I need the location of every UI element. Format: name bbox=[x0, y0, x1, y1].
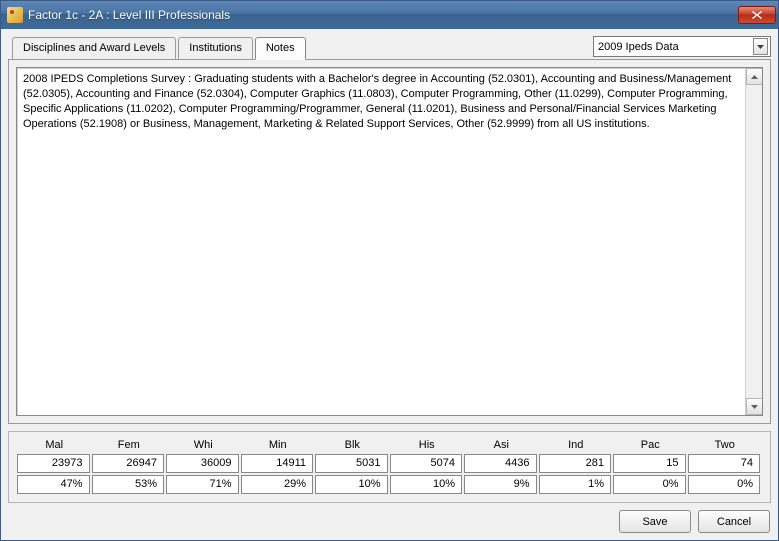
pct-cell: 10% bbox=[390, 475, 463, 494]
chevron-down-icon bbox=[751, 405, 758, 409]
chevron-down-icon bbox=[757, 45, 764, 49]
pct-cell: 53% bbox=[92, 475, 165, 494]
pct-cell: 0% bbox=[613, 475, 686, 494]
col-header: Mal bbox=[17, 437, 92, 454]
window-title: Factor 1c - 2A : Level III Professionals bbox=[28, 8, 738, 22]
col-header: Min bbox=[241, 437, 316, 454]
count-cell: 26947 bbox=[92, 454, 165, 473]
pct-cell: 47% bbox=[17, 475, 90, 494]
summary-panel: Mal Fem Whi Min Blk His Asi Ind Pac Two … bbox=[8, 431, 771, 503]
tab-institutions[interactable]: Institutions bbox=[178, 37, 253, 60]
col-header: Blk bbox=[315, 437, 390, 454]
col-header: Ind bbox=[539, 437, 614, 454]
count-cell: 15 bbox=[613, 454, 686, 473]
dropdown-selected-text: 2009 Ipeds Data bbox=[598, 41, 753, 53]
titlebar: Factor 1c - 2A : Level III Professionals bbox=[1, 1, 778, 29]
pct-cell: 71% bbox=[166, 475, 239, 494]
tab-strip: Disciplines and Award Levels Institution… bbox=[12, 36, 306, 59]
count-cell: 14911 bbox=[241, 454, 314, 473]
count-cell: 23973 bbox=[17, 454, 90, 473]
col-header: Whi bbox=[166, 437, 241, 454]
pct-cell: 9% bbox=[464, 475, 537, 494]
summary-grid: Mal Fem Whi Min Blk His Asi Ind Pac Two … bbox=[17, 437, 762, 496]
app-icon bbox=[7, 7, 23, 23]
count-cell: 5074 bbox=[390, 454, 463, 473]
count-cell: 281 bbox=[539, 454, 612, 473]
chevron-up-icon bbox=[751, 75, 758, 79]
col-header: Asi bbox=[464, 437, 539, 454]
tab-content: 2008 IPEDS Completions Survey : Graduati… bbox=[8, 59, 771, 424]
close-icon bbox=[752, 11, 762, 19]
count-cell: 4436 bbox=[464, 454, 537, 473]
dropdown-arrow-button[interactable] bbox=[753, 38, 768, 55]
col-header: Two bbox=[688, 437, 763, 454]
notes-textarea[interactable]: 2008 IPEDS Completions Survey : Graduati… bbox=[16, 67, 763, 416]
button-row: Save Cancel bbox=[8, 510, 771, 533]
close-button[interactable] bbox=[738, 6, 776, 24]
count-cell: 36009 bbox=[166, 454, 239, 473]
vertical-scrollbar[interactable] bbox=[745, 68, 762, 415]
dataset-dropdown[interactable]: 2009 Ipeds Data bbox=[593, 36, 771, 57]
save-button[interactable]: Save bbox=[619, 510, 691, 533]
col-header: Pac bbox=[613, 437, 688, 454]
pct-cell: 10% bbox=[315, 475, 388, 494]
scroll-up-button[interactable] bbox=[746, 68, 763, 85]
col-header: Fem bbox=[92, 437, 167, 454]
col-header: His bbox=[390, 437, 465, 454]
dialog-window: Factor 1c - 2A : Level III Professionals… bbox=[0, 0, 779, 541]
tab-disciplines[interactable]: Disciplines and Award Levels bbox=[12, 37, 176, 60]
tab-notes[interactable]: Notes bbox=[255, 37, 306, 60]
client-area: Disciplines and Award Levels Institution… bbox=[1, 29, 778, 540]
top-row: Disciplines and Award Levels Institution… bbox=[8, 36, 771, 59]
count-cell: 5031 bbox=[315, 454, 388, 473]
scroll-down-button[interactable] bbox=[746, 398, 763, 415]
pct-cell: 29% bbox=[241, 475, 314, 494]
count-cell: 74 bbox=[688, 454, 761, 473]
notes-text: 2008 IPEDS Completions Survey : Graduati… bbox=[23, 72, 756, 131]
pct-cell: 0% bbox=[688, 475, 761, 494]
pct-cell: 1% bbox=[539, 475, 612, 494]
cancel-button[interactable]: Cancel bbox=[698, 510, 770, 533]
